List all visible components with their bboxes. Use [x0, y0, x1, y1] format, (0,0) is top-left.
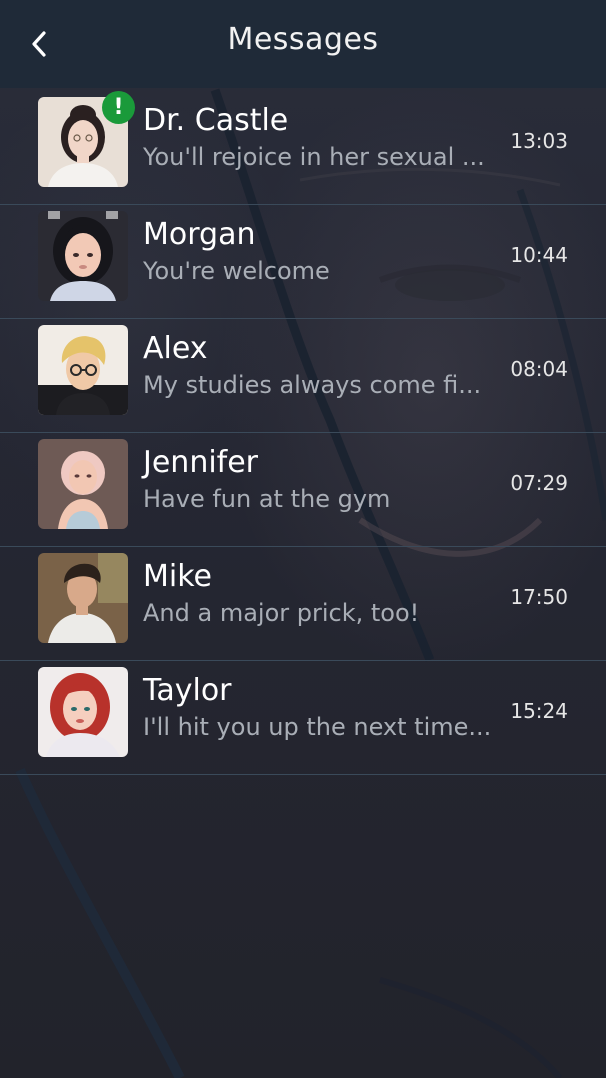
message-time: 10:44	[510, 243, 568, 267]
message-preview: You're welcome	[143, 257, 330, 285]
message-preview: Have fun at the gym	[143, 485, 391, 513]
message-time: 07:29	[510, 471, 568, 495]
message-time: 15:24	[510, 699, 568, 723]
contact-name: Mike	[143, 559, 212, 594]
avatar	[38, 325, 128, 415]
message-preview: You'll rejoice in her sexual ...	[143, 143, 485, 171]
conversation-row-mike[interactable]: Mike And a major prick, too! 17:50	[0, 547, 606, 661]
message-time: 17:50	[510, 585, 568, 609]
avatar	[38, 553, 128, 643]
message-time: 08:04	[510, 357, 568, 381]
unread-badge: !	[102, 91, 135, 124]
message-preview: My studies always come fi...	[143, 371, 482, 399]
top-bar: Messages	[0, 0, 606, 88]
contact-name: Taylor	[143, 673, 232, 708]
page-title: Messages	[227, 22, 379, 57]
conversation-row-morgan[interactable]: Morgan You're welcome 10:44	[0, 205, 606, 319]
conversation-row-dr-castle[interactable]: ! Dr. Castle You'll rejoice in her sexua…	[0, 91, 606, 205]
message-preview: And a major prick, too!	[143, 599, 420, 627]
conversation-row-taylor[interactable]: Taylor I'll hit you up the next time... …	[0, 661, 606, 775]
avatar	[38, 211, 128, 301]
conversation-list: ! Dr. Castle You'll rejoice in her sexua…	[0, 91, 606, 775]
avatar	[38, 667, 128, 757]
contact-name: Morgan	[143, 217, 256, 252]
message-preview: I'll hit you up the next time...	[143, 713, 492, 741]
contact-name: Dr. Castle	[143, 103, 289, 138]
contact-name: Jennifer	[143, 445, 259, 480]
conversation-row-jennifer[interactable]: Jennifer Have fun at the gym 07:29	[0, 433, 606, 547]
conversation-row-alex[interactable]: Alex My studies always come fi... 08:04	[0, 319, 606, 433]
message-time: 13:03	[510, 129, 568, 153]
avatar	[38, 439, 128, 529]
contact-name: Alex	[143, 331, 208, 366]
